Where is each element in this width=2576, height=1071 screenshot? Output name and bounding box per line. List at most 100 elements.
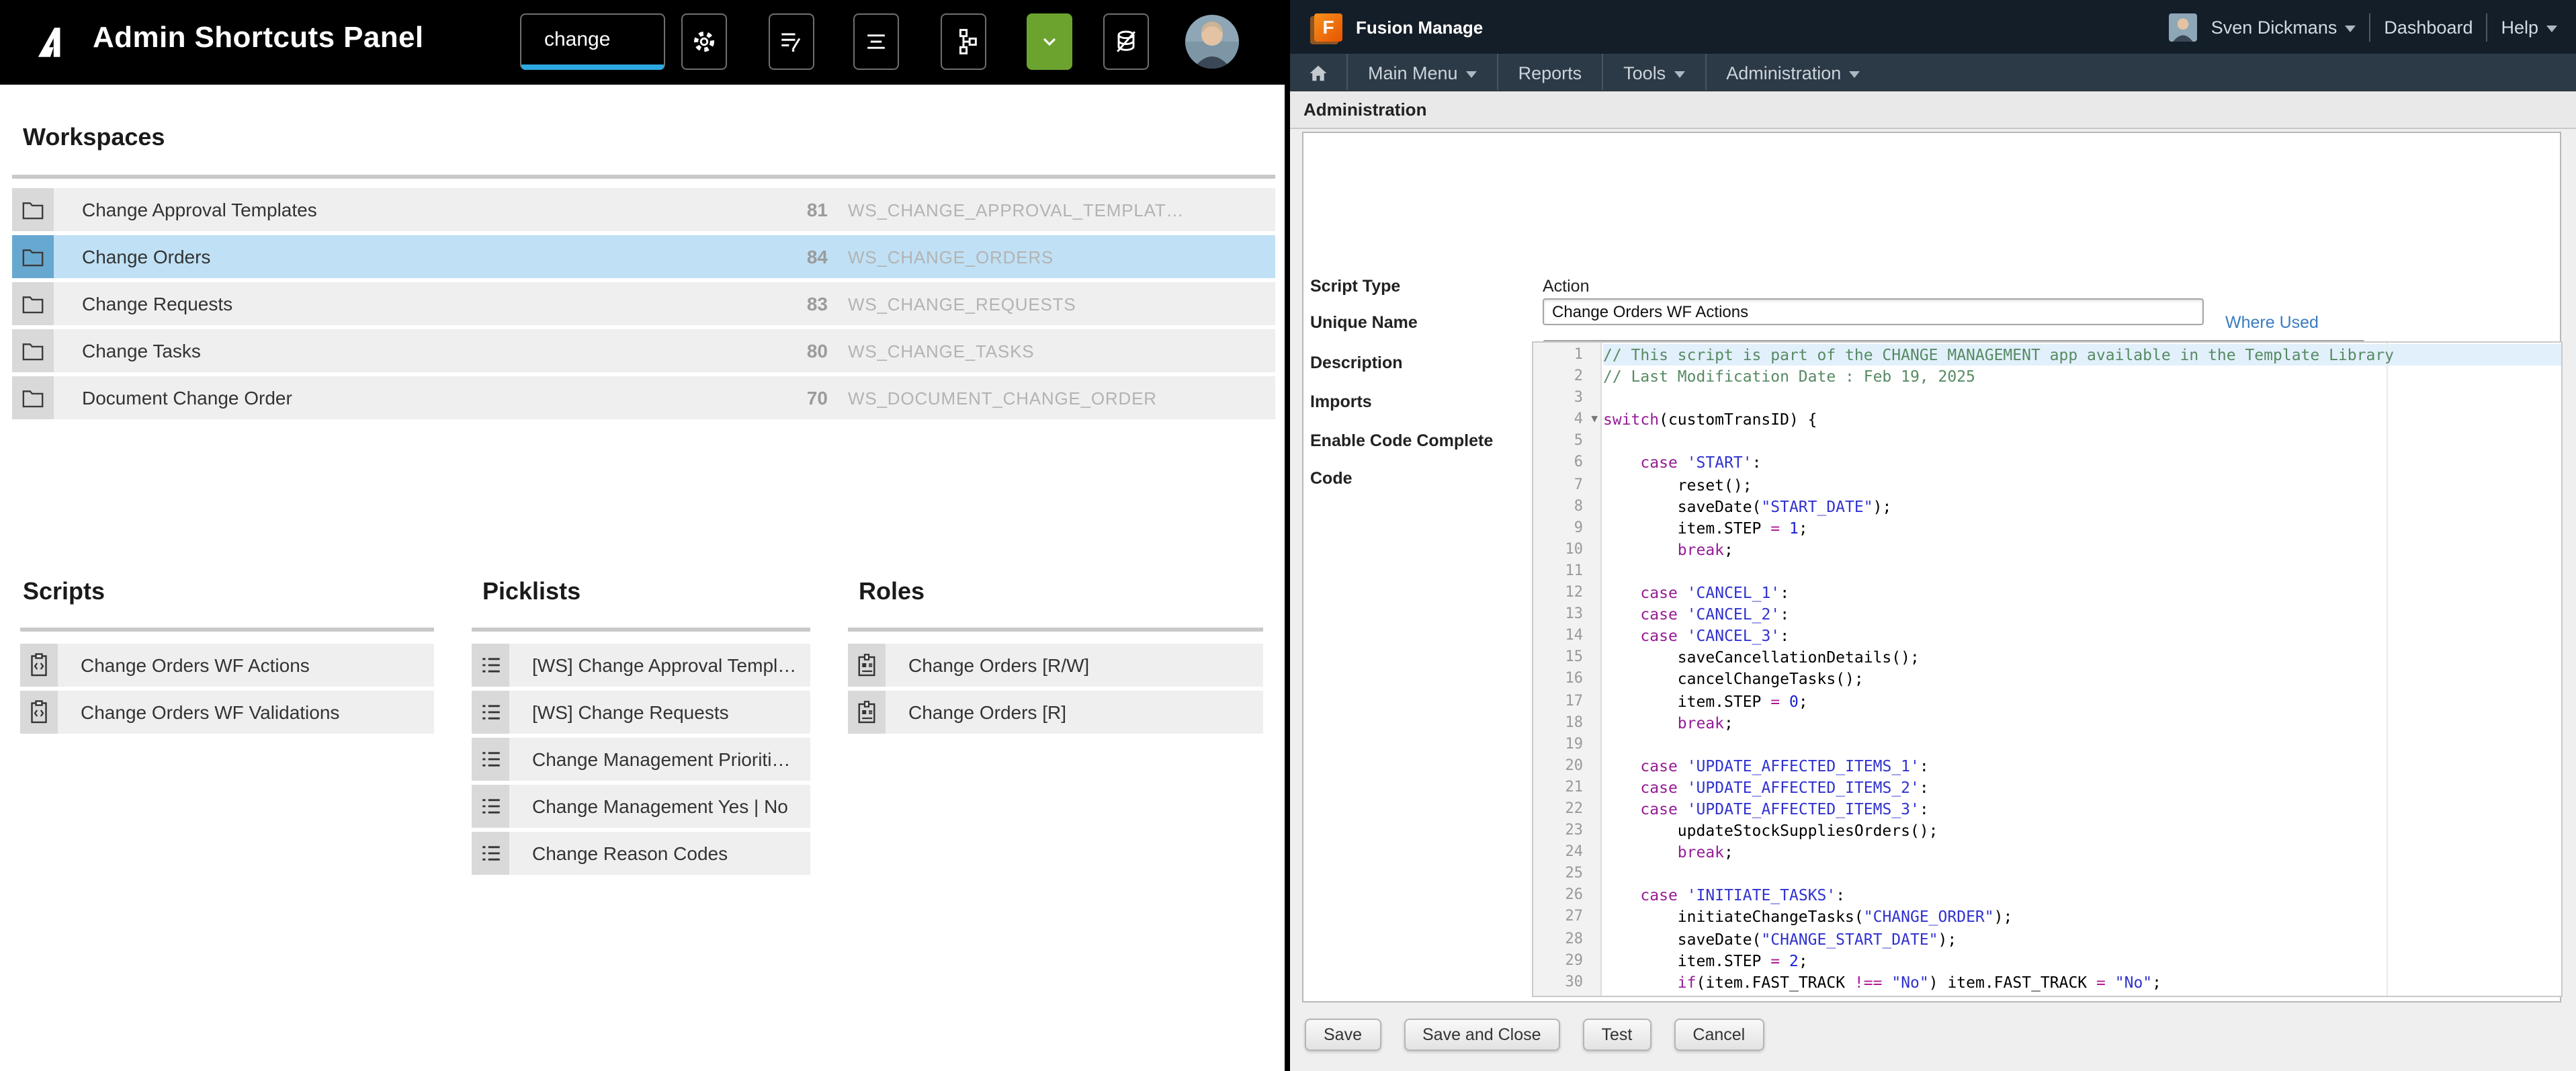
role-row[interactable]: Change Orders [R]: [848, 691, 1263, 734]
code-line: reset();: [1603, 474, 2561, 495]
role-row[interactable]: Change Orders [R/W]: [848, 644, 1263, 687]
code-line: [1603, 560, 2561, 582]
roles-divider: [848, 628, 1263, 632]
database-off-icon: [1111, 27, 1141, 56]
line-number: 1: [1533, 344, 1600, 366]
workspace-name: Change Requests: [54, 282, 774, 325]
picklist-row[interactable]: Change Reason Codes: [472, 832, 810, 875]
script-type-label: Script Type: [1310, 277, 1400, 296]
nav-tools[interactable]: Tools: [1603, 54, 1705, 91]
folder-icon: [12, 282, 54, 325]
autodesk-logo-icon: [35, 23, 74, 62]
unique-name-input[interactable]: [1543, 298, 2204, 325]
line-number: 10: [1533, 539, 1600, 560]
line-number: 25: [1533, 863, 1600, 885]
list-button[interactable]: [853, 13, 899, 70]
code-line: case 'CANCEL_3':: [1603, 625, 2561, 646]
caret-down-icon: [1849, 71, 1860, 77]
line-number: 4▼: [1533, 409, 1600, 431]
picklist-row[interactable]: Change Management Prioriti…: [472, 738, 810, 781]
picklist-icon: [472, 785, 509, 828]
line-number: 12: [1533, 582, 1600, 603]
test-button[interactable]: Test: [1583, 1019, 1651, 1051]
workspace-row[interactable]: Change Requests83 WS_CHANGE_REQUESTS: [12, 282, 1275, 325]
workspaces-divider: [12, 175, 1275, 179]
workspace-id: 83: [774, 282, 828, 325]
scripts-heading: Scripts: [23, 578, 105, 606]
top-bar-links: Dashboard Help: [2384, 13, 2557, 41]
line-number: 3: [1533, 387, 1600, 409]
caret-down-icon: [2546, 25, 2557, 32]
role-row-label: Change Orders [R]: [886, 691, 1263, 734]
workspace-system-name: WS_CHANGE_REQUESTS: [848, 282, 1275, 325]
search-focus-underline: [521, 65, 664, 70]
folder-icon: [12, 235, 54, 278]
workspace-row[interactable]: Change Approval Templates81WS_CHANGE_APP…: [12, 188, 1275, 231]
chevron-down-icon: [1039, 31, 1060, 52]
nav-administration[interactable]: Administration: [1706, 54, 1880, 91]
code-line: item.STEP = 2;: [1603, 949, 2561, 971]
workflow-button[interactable]: [941, 13, 986, 70]
code-line: break;: [1603, 712, 2561, 733]
code-line: // This script is part of the CHANGE MAN…: [1603, 344, 2561, 366]
settings-gear-icon: [689, 27, 719, 56]
settings-gear-button[interactable]: [681, 13, 727, 70]
line-number: 7: [1533, 474, 1600, 495]
code-line: [1603, 863, 2561, 885]
list-icon: [861, 27, 891, 56]
workspace-row[interactable]: Change Tasks80WS_CHANGE_TASKS: [12, 329, 1275, 372]
code-line: case 'INITIATE_TASKS':: [1603, 885, 2561, 906]
cancel-button[interactable]: Cancel: [1674, 1019, 1764, 1051]
save-button[interactable]: Save: [1305, 1019, 1381, 1051]
caret-down-icon: [1466, 71, 1477, 77]
top-bar-link-dashboard[interactable]: Dashboard: [2384, 17, 2473, 37]
nav-reports[interactable]: Reports: [1498, 54, 1602, 91]
line-number: 6: [1533, 452, 1600, 474]
picklist-row[interactable]: [WS] Change Approval Templ…: [472, 644, 810, 687]
picklist-icon: [472, 644, 509, 687]
script-icon: [20, 691, 58, 734]
user-menu[interactable]: Sven Dickmans: [2211, 17, 2356, 37]
line-number: 8: [1533, 495, 1600, 517]
badge-icon: [848, 691, 886, 734]
picklist-icon: [472, 691, 509, 734]
code-line: initiateChangeTasks("CHANGE_ORDER");: [1603, 906, 2561, 928]
line-number: 13: [1533, 603, 1600, 625]
caret-down-icon: [1674, 71, 1684, 77]
code-line: [1603, 387, 2561, 409]
workspace-row[interactable]: Document Change Order70WS_DOCUMENT_CHANG…: [12, 376, 1275, 419]
line-number: 9: [1533, 517, 1600, 539]
description-label: Description: [1310, 353, 1403, 372]
where-used-link[interactable]: Where Used: [2225, 313, 2319, 332]
chevron-down-button[interactable]: [1027, 13, 1072, 70]
code-editor[interactable]: // This script is part of the CHANGE MAN…: [1532, 341, 2563, 997]
database-off-button[interactable]: [1103, 13, 1149, 70]
code-line: switch(customTransID) {: [1603, 409, 2561, 431]
workspace-row[interactable]: Change Orders84WS_CHANGE_ORDERS: [12, 235, 1275, 278]
save-and-close-button[interactable]: Save and Close: [1404, 1019, 1560, 1051]
top-bar-link-help[interactable]: Help: [2501, 17, 2557, 37]
picklist-icon: [472, 738, 509, 781]
breadcrumb: Administration: [1290, 91, 2576, 129]
code-lines: // This script is part of the CHANGE MAN…: [1603, 343, 2561, 996]
picklist-row[interactable]: Change Management Yes | No: [472, 785, 810, 828]
line-number: 2: [1533, 366, 1600, 387]
avatar[interactable]: [1185, 15, 1239, 69]
code-line: break;: [1603, 993, 2561, 997]
code-line: updateStockSuppliesOrders();: [1603, 820, 2561, 841]
top-bar-separator: [2369, 13, 2370, 41]
edit-list-button[interactable]: [769, 13, 814, 70]
home-icon[interactable]: [1290, 62, 1346, 83]
fold-arrow-icon[interactable]: ▼: [1591, 409, 1598, 431]
edit-list-icon: [777, 27, 806, 56]
script-row[interactable]: Change Orders WF Validations: [20, 691, 434, 734]
search-input[interactable]: [521, 15, 664, 69]
workspace-name: Change Orders: [54, 235, 774, 278]
script-row[interactable]: Change Orders WF Actions: [20, 644, 434, 687]
nav-items: Main MenuReportsToolsAdministration: [1346, 54, 1880, 91]
line-number: 11: [1533, 560, 1600, 582]
picklist-row[interactable]: [WS] Change Requests: [472, 691, 810, 734]
top-bar-right: Sven Dickmans Dashboard Help: [2170, 13, 2576, 41]
workspace-name: Document Change Order: [54, 376, 774, 419]
nav-main-menu[interactable]: Main Menu: [1348, 54, 1497, 91]
